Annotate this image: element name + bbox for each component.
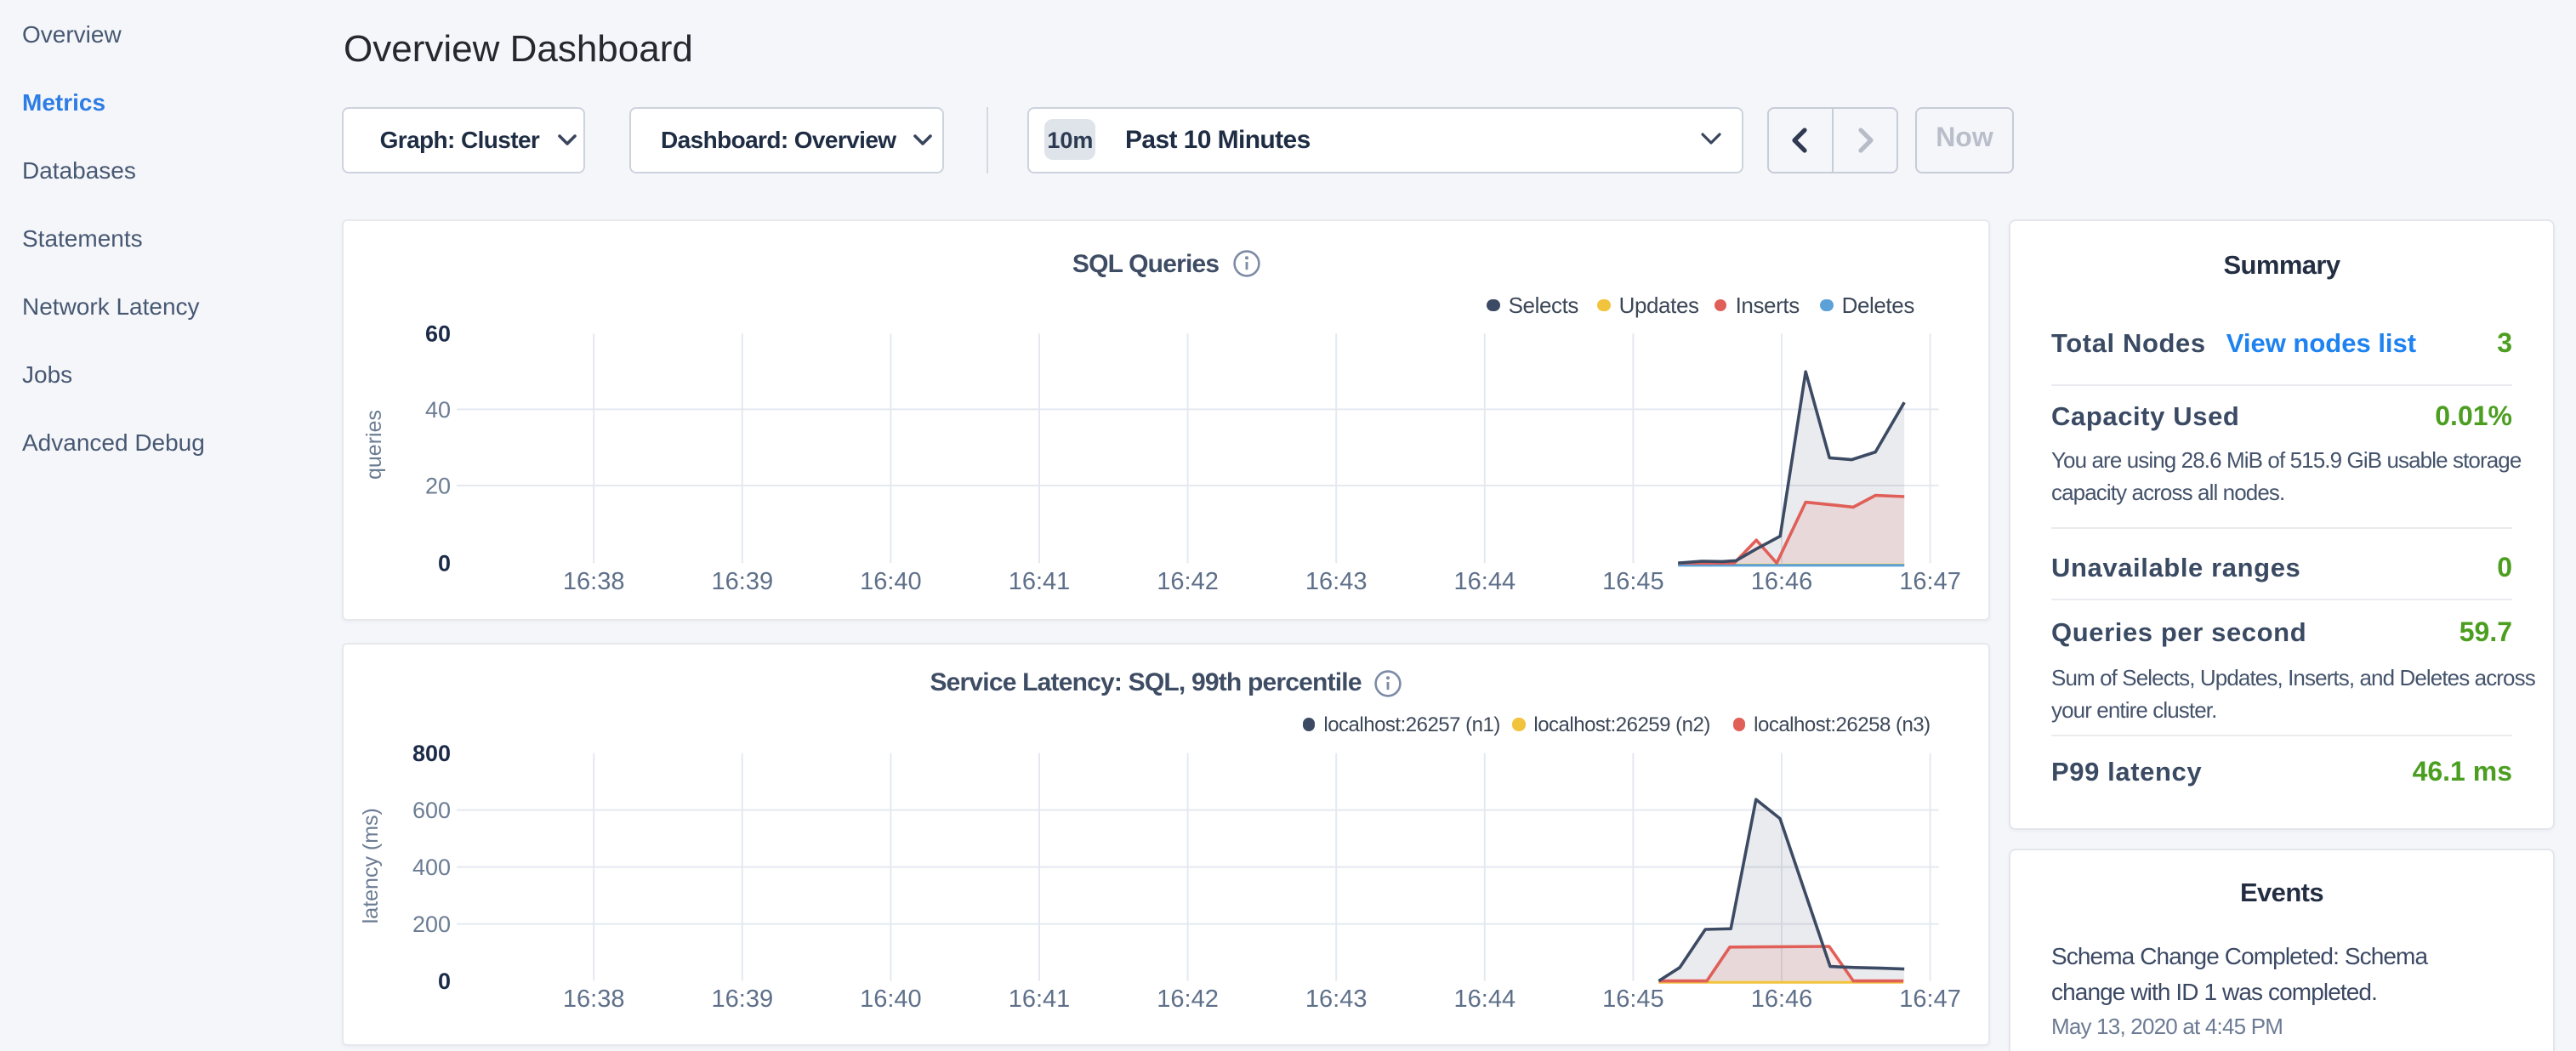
svg-text:16:38: 16:38 xyxy=(564,568,626,595)
svg-text:16:38: 16:38 xyxy=(564,986,626,1013)
svg-text:16:43: 16:43 xyxy=(1306,568,1368,595)
svg-text:20: 20 xyxy=(426,473,452,498)
svg-text:16:43: 16:43 xyxy=(1306,986,1368,1013)
svg-text:16:41: 16:41 xyxy=(1009,986,1071,1013)
svg-text:16:47: 16:47 xyxy=(1900,568,1962,595)
svg-text:400: 400 xyxy=(413,855,452,880)
svg-text:16:39: 16:39 xyxy=(712,568,774,595)
svg-text:16:46: 16:46 xyxy=(1751,568,1813,595)
svg-text:16:40: 16:40 xyxy=(861,568,923,595)
svg-text:800: 800 xyxy=(413,741,452,766)
svg-text:16:46: 16:46 xyxy=(1751,986,1813,1013)
svg-text:16:44: 16:44 xyxy=(1454,986,1516,1013)
svg-text:0: 0 xyxy=(439,969,452,994)
svg-text:16:42: 16:42 xyxy=(1157,986,1220,1013)
svg-text:40: 40 xyxy=(426,397,452,423)
svg-text:16:39: 16:39 xyxy=(712,986,774,1013)
svg-text:queries: queries xyxy=(363,410,387,480)
svg-text:16:47: 16:47 xyxy=(1900,986,1962,1013)
svg-text:16:40: 16:40 xyxy=(861,986,923,1013)
svg-text:16:42: 16:42 xyxy=(1157,568,1220,595)
svg-text:16:45: 16:45 xyxy=(1603,986,1665,1013)
svg-text:16:45: 16:45 xyxy=(1603,568,1665,595)
svg-text:0: 0 xyxy=(439,550,452,576)
svg-text:latency (ms): latency (ms) xyxy=(360,809,384,924)
svg-text:60: 60 xyxy=(426,321,452,346)
svg-text:16:44: 16:44 xyxy=(1454,568,1516,595)
svg-text:200: 200 xyxy=(413,912,452,937)
svg-text:600: 600 xyxy=(413,798,452,823)
svg-text:16:41: 16:41 xyxy=(1009,568,1071,595)
